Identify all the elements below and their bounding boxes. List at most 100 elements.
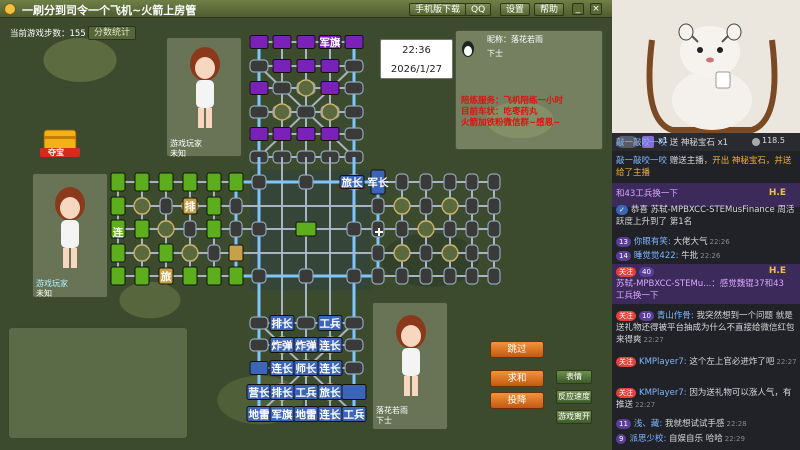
board-node[interactable] [344,338,364,352]
board-node[interactable] [249,59,269,73]
board-node[interactable] [465,220,479,238]
chat-user[interactable]: 派思少校: [629,434,666,444]
blue-piece[interactable] [341,384,367,400]
board-node[interactable] [487,197,501,215]
board-node[interactable] [419,267,433,285]
green-piece[interactable] [134,172,150,192]
green-piece[interactable] [110,196,126,216]
surrender-button[interactable]: 投降 [490,392,544,409]
board-node[interactable] [344,361,364,375]
board-node[interactable] [395,267,409,285]
board-node[interactable] [249,105,269,119]
green-piece[interactable] [206,172,222,192]
board-node[interactable] [296,105,316,119]
board-node[interactable] [272,81,292,95]
follow-badge[interactable]: 关注 [616,266,636,277]
chat-user[interactable]: 敲一敲咬一咬 [616,138,667,148]
green-piece[interactable] [158,172,174,192]
green-piece[interactable] [206,266,222,286]
board-node[interactable] [251,174,267,190]
purple-piece[interactable] [249,81,269,95]
green-piece[interactable] [206,219,222,239]
board-node[interactable] [465,197,479,215]
chat-user[interactable]: 你眼有笑: [634,237,671,247]
board-node[interactable] [249,316,269,330]
purple-piece[interactable] [344,35,364,49]
camp-node[interactable] [133,244,151,262]
camp-node[interactable] [393,197,411,215]
board-node[interactable] [371,197,385,215]
green-piece[interactable] [206,196,222,216]
purple-piece[interactable] [296,59,316,73]
camp-node[interactable] [133,197,151,215]
camp-node[interactable] [181,244,199,262]
camp-node[interactable] [321,103,339,121]
camp-node[interactable] [297,79,315,97]
board-node[interactable] [296,316,316,330]
board-node[interactable] [207,244,221,262]
purple-piece[interactable] [320,127,340,141]
green-piece[interactable] [134,266,150,286]
follow-badge[interactable]: 关注 [616,310,636,321]
board-node[interactable] [344,81,364,95]
board-node[interactable] [371,244,385,262]
board-node[interactable] [487,267,501,285]
camp-node[interactable] [441,197,459,215]
skip-button[interactable]: 跳过 [490,341,544,358]
green-piece[interactable] [182,266,198,286]
green-piece[interactable] [134,219,150,239]
board-node[interactable] [465,244,479,262]
purple-piece[interactable] [249,35,269,49]
chat-user[interactable]: KMPlayer7: [639,388,687,398]
green-piece[interactable] [228,172,244,192]
purple-piece[interactable] [296,127,316,141]
leave-game-button[interactable]: 游戏离开 [556,410,592,424]
board-node[interactable] [229,197,243,215]
chat-user[interactable]: 青山作骨: [657,311,694,321]
board-node[interactable] [371,267,385,285]
board-node[interactable] [443,267,457,285]
board-node[interactable] [395,220,409,238]
purple-piece[interactable] [296,35,316,49]
board-node[interactable] [298,174,314,190]
board-node[interactable] [465,267,479,285]
camp-node[interactable] [273,103,291,121]
board-node[interactable] [346,268,362,284]
board-node[interactable] [395,173,409,191]
green-piece[interactable] [110,172,126,192]
green-labeled-piece[interactable] [228,244,244,262]
purple-piece[interactable] [320,81,340,95]
chat-user[interactable]: 敲一敲咬一咬 [616,156,667,166]
emote-button[interactable]: 表情 [556,370,592,384]
request-peace-button[interactable]: 求和 [490,370,544,387]
green-piece[interactable] [158,243,174,263]
board-node[interactable] [344,316,364,330]
chat-user[interactable]: KMPlayer7: [639,357,687,367]
board-node[interactable] [159,197,173,215]
board-node[interactable] [229,220,243,238]
camp-node[interactable] [157,220,175,238]
purple-piece[interactable] [272,35,292,49]
board-node[interactable] [298,268,314,284]
camp-node[interactable] [393,244,411,262]
board-node[interactable] [346,221,362,237]
board-node[interactable] [419,244,433,262]
blue-piece[interactable] [249,361,269,375]
purple-piece[interactable] [272,127,292,141]
board-node[interactable] [251,268,267,284]
camp-node[interactable] [441,244,459,262]
board-node[interactable] [487,244,501,262]
board-node[interactable] [419,173,433,191]
purple-piece[interactable] [272,59,292,73]
board-node[interactable] [344,127,364,141]
board-node[interactable] [487,220,501,238]
follow-badge[interactable]: 关注 [616,387,636,398]
chat-user[interactable]: 睡觉觉422: [634,251,679,261]
board-node[interactable] [443,220,457,238]
follow-badge[interactable]: 关注 [616,356,636,367]
board-node[interactable] [419,197,433,215]
board-node[interactable] [487,173,501,191]
green-piece[interactable] [182,172,198,192]
green-piece[interactable] [110,266,126,286]
purple-piece[interactable] [249,127,269,141]
